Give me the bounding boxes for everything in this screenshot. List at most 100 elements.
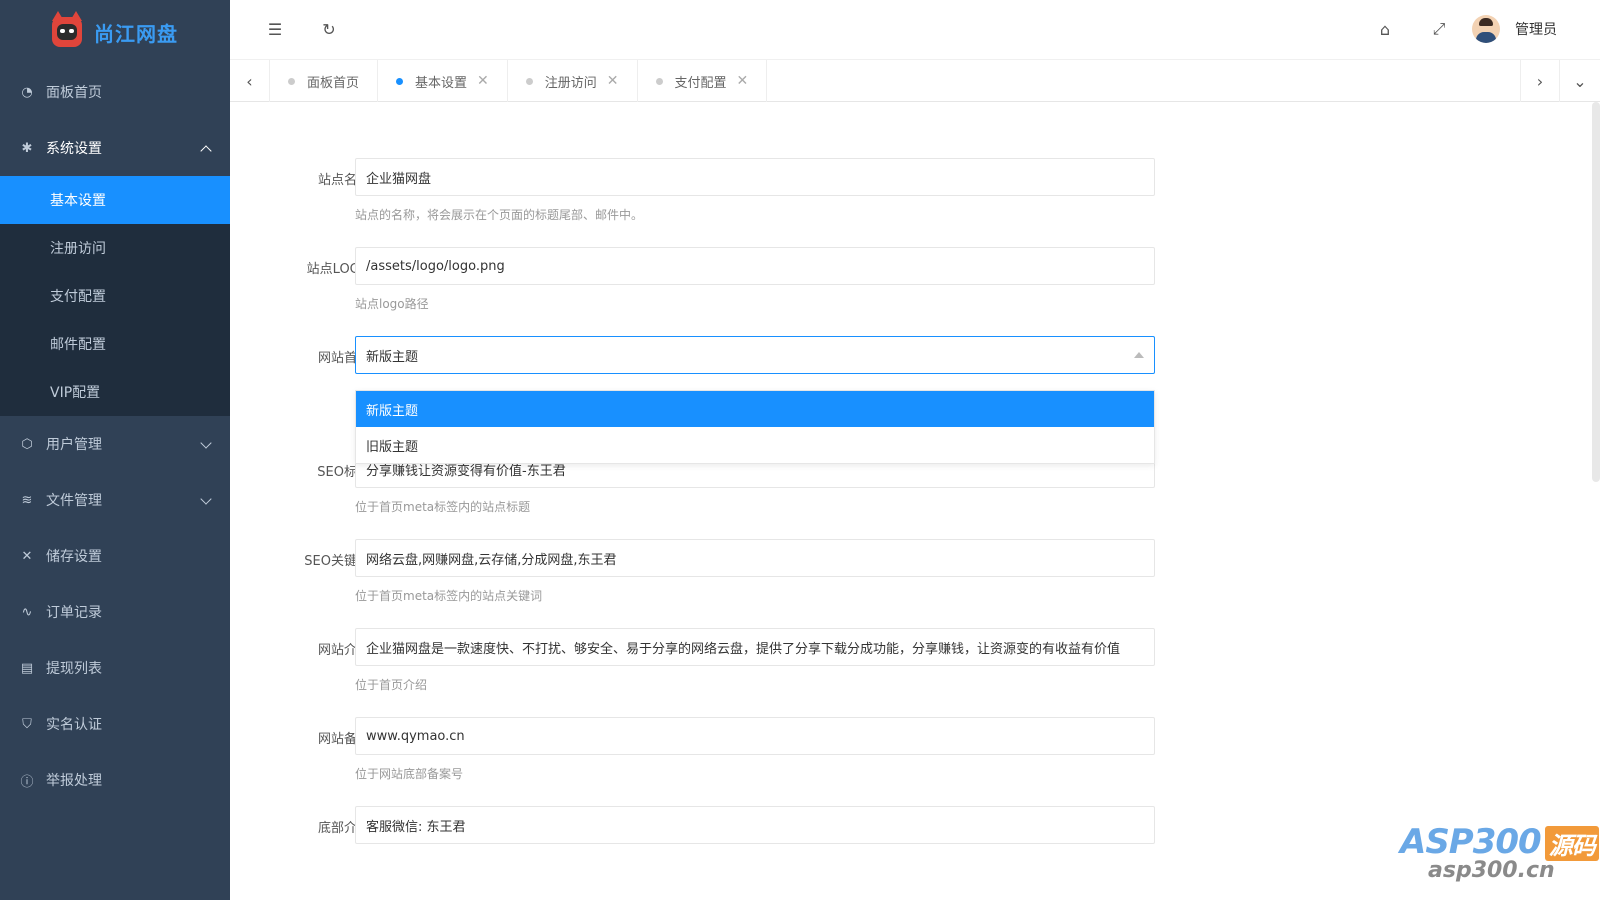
cube-icon: ⬡ bbox=[21, 436, 33, 452]
tab-dot bbox=[288, 77, 295, 85]
chevron-left-icon: ‹ bbox=[246, 71, 253, 91]
sidebar-item-report-handling[interactable]: ⓘ 举报处理 bbox=[0, 752, 230, 808]
icp-label: 网站备案 bbox=[317, 732, 370, 747]
tab-dot bbox=[655, 77, 663, 85]
home-icon[interactable]: ⌂ bbox=[1374, 18, 1396, 40]
cat-logo-icon bbox=[52, 11, 82, 47]
system-settings-submenu: 基本设置 注册访问 支付配置 邮件配置 VIP配置 bbox=[0, 176, 230, 416]
sidebar-item-dashboard[interactable]: ◔ 面板首页 bbox=[0, 64, 230, 120]
sidebar-item-order-records[interactable]: ∿ 订单记录 bbox=[0, 584, 230, 640]
icp-input[interactable]: www.qymao.cn bbox=[355, 717, 1155, 755]
sidebar-item-system-settings[interactable]: ✱ 系统设置 bbox=[0, 120, 230, 176]
sidebar-item-label: 用户管理 bbox=[46, 437, 102, 453]
close-icon[interactable]: ✕ bbox=[477, 73, 489, 89]
seo-keywords-label: SEO关键词 bbox=[304, 554, 370, 569]
sidebar-item-file-management[interactable]: ≋ 文件管理 bbox=[0, 472, 230, 528]
homepage-select-value: 新版主题 bbox=[366, 349, 419, 365]
page-scrollbar[interactable] bbox=[1592, 102, 1600, 482]
watermark: ASP300 源码 asp300.cn bbox=[1400, 822, 1599, 883]
gear-icon: ✱ bbox=[21, 140, 33, 156]
tab-payment-config[interactable]: 支付配置 ✕ bbox=[638, 60, 768, 102]
menu-fold-icon[interactable]: ☰ bbox=[264, 18, 286, 40]
sidebar-subitem-register-access[interactable]: 注册访问 bbox=[0, 224, 230, 272]
tabs-more-button[interactable]: ⌄ bbox=[1560, 60, 1600, 102]
fullscreen-icon[interactable]: ⤢ bbox=[1428, 18, 1450, 40]
site-intro-hint: 位于首页介绍 bbox=[355, 678, 428, 692]
tab-basic-settings[interactable]: 基本设置 ✕ bbox=[378, 60, 508, 102]
sidebar-subitem-vip-config[interactable]: VIP配置 bbox=[0, 368, 230, 416]
site-name-hint: 站点的名称，将会展示在个页面的标题尾部、邮件中。 bbox=[355, 208, 644, 222]
site-logo-input[interactable]: /assets/logo/logo.png bbox=[355, 247, 1155, 285]
seo-keywords-hint: 位于首页meta标签内的站点关键词 bbox=[355, 589, 543, 603]
footer-intro-input[interactable]: 客服微信: 东王君 bbox=[355, 806, 1155, 844]
info-icon: ⓘ bbox=[20, 774, 34, 790]
refresh-icon[interactable]: ↻ bbox=[318, 18, 340, 40]
sidebar-item-real-name-auth[interactable]: ⛉ 实名认证 bbox=[0, 696, 230, 752]
tabs-bar: ‹ 面板首页 基本设置 ✕ 注册访问 ✕ 支付配置 ✕ › ⌄ bbox=[230, 60, 1600, 102]
tab-dot bbox=[396, 77, 404, 85]
tools-icon: ✕ bbox=[21, 548, 33, 564]
sidebar-subitem-payment-config[interactable]: 支付配置 bbox=[0, 272, 230, 320]
tab-register-access[interactable]: 注册访问 ✕ bbox=[508, 60, 638, 102]
chevron-up-icon bbox=[200, 145, 212, 157]
chevron-down-icon bbox=[200, 437, 212, 449]
site-name-input[interactable]: 企业猫网盘 bbox=[355, 158, 1155, 196]
topbar: ☰ ↻ ⌂ ⤢ 管理员 bbox=[230, 0, 1600, 60]
dashboard-icon: ◔ bbox=[21, 84, 33, 100]
site-intro-label: 网站介绍 bbox=[317, 643, 370, 658]
sidebar-item-user-management[interactable]: ⬡ 用户管理 bbox=[0, 416, 230, 472]
sidebar-item-label: 实名认证 bbox=[46, 717, 102, 733]
sidebar-item-storage-settings[interactable]: ✕ 储存设置 bbox=[0, 528, 230, 584]
seo-title-hint: 位于首页meta标签内的站点标题 bbox=[355, 500, 531, 514]
tabs: 面板首页 基本设置 ✕ 注册访问 ✕ 支付配置 ✕ bbox=[270, 60, 768, 102]
homepage-label: 网站首页 bbox=[317, 351, 370, 366]
sidebar-item-withdraw-list[interactable]: ▤ 提现列表 bbox=[0, 640, 230, 696]
tabs-scroll-right-button[interactable]: › bbox=[1520, 60, 1560, 102]
footer-intro-label: 底部介绍 bbox=[317, 821, 370, 836]
tab-label: 面板首页 bbox=[307, 75, 360, 91]
sidebar-item-label: 系统设置 bbox=[46, 141, 102, 157]
admin-name[interactable]: 管理员 bbox=[1515, 19, 1557, 39]
document-icon: ▤ bbox=[20, 660, 34, 676]
sidebar: 尚江网盘 ◔ 面板首页 ✱ 系统设置 基本设置 注册访问 支付配置 邮件配置 V… bbox=[0, 0, 230, 900]
watermark-logo: ASP300 源码 bbox=[1400, 822, 1599, 862]
avatar[interactable] bbox=[1472, 15, 1500, 43]
chevron-down-icon: ⌄ bbox=[1573, 71, 1587, 91]
tab-label: 注册访问 bbox=[544, 75, 597, 91]
tab-dot bbox=[525, 77, 533, 85]
brand-name: 尚江网盘 bbox=[94, 21, 178, 46]
settings-form: 站点名称 企业猫网盘 站点的名称，将会展示在个页面的标题尾部、邮件中。 站点LO… bbox=[230, 102, 1592, 900]
seo-title-label: SEO标题 bbox=[317, 465, 370, 480]
close-icon[interactable]: ✕ bbox=[607, 73, 619, 89]
sidebar-item-label: 文件管理 bbox=[46, 493, 102, 509]
sidebar-item-label: 储存设置 bbox=[46, 549, 102, 565]
homepage-dropdown: 新版主题 旧版主题 bbox=[355, 390, 1155, 464]
caret-up-icon bbox=[1134, 352, 1144, 358]
pulse-icon: ∿ bbox=[21, 604, 33, 620]
icp-hint: 位于网站底部备案号 bbox=[355, 767, 464, 781]
chevron-down-icon bbox=[200, 493, 212, 505]
site-intro-input[interactable]: 企业猫网盘是一款速度快、不打扰、够安全、易于分享的网络云盘，提供了分享下载分成功… bbox=[355, 628, 1155, 666]
tab-dashboard[interactable]: 面板首页 bbox=[270, 60, 379, 102]
seo-keywords-input[interactable]: 网络云盘,网赚网盘,云存储,分成网盘,东王君 bbox=[355, 539, 1155, 577]
sidebar-item-label: 面板首页 bbox=[46, 85, 102, 101]
sidebar-item-label: 提现列表 bbox=[46, 661, 102, 677]
tab-label: 支付配置 bbox=[674, 75, 727, 91]
dropdown-option-new-theme[interactable]: 新版主题 bbox=[356, 391, 1154, 427]
tab-label: 基本设置 bbox=[415, 75, 468, 91]
close-icon[interactable]: ✕ bbox=[737, 73, 749, 89]
sidebar-subitem-mail-config[interactable]: 邮件配置 bbox=[0, 320, 230, 368]
homepage-select[interactable]: 新版主题 bbox=[355, 336, 1155, 374]
layers-icon: ≋ bbox=[21, 492, 33, 508]
watermark-text: ASP300 bbox=[1400, 822, 1542, 862]
sidebar-item-label: 订单记录 bbox=[46, 605, 102, 621]
chevron-right-icon: › bbox=[1536, 71, 1544, 91]
tabs-scroll-left-button[interactable]: ‹ bbox=[230, 60, 270, 102]
brand-logo[interactable]: 尚江网盘 bbox=[0, 0, 230, 64]
watermark-badge: 源码 bbox=[1544, 826, 1599, 861]
site-logo-label: 站点LOGO bbox=[306, 262, 370, 277]
sidebar-item-label: 举报处理 bbox=[46, 773, 102, 789]
site-name-label: 站点名称 bbox=[317, 173, 370, 188]
sidebar-subitem-basic-settings[interactable]: 基本设置 bbox=[0, 176, 230, 224]
dropdown-option-old-theme[interactable]: 旧版主题 bbox=[356, 427, 1154, 463]
